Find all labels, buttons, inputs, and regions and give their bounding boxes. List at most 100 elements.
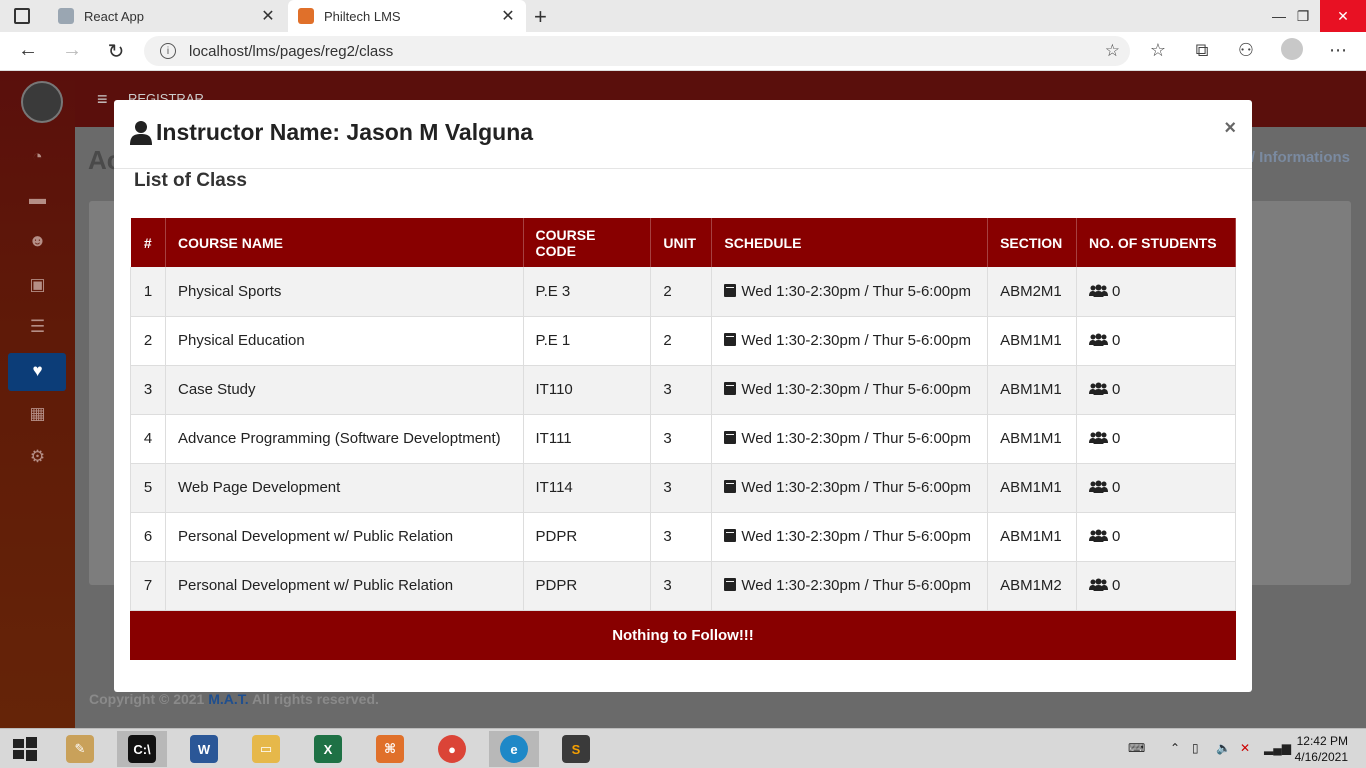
cell-unit: 3 xyxy=(650,512,713,561)
class-table: # COURSE NAME COURSE CODE UNIT SCHEDULE … xyxy=(130,218,1236,611)
keyboard-icon[interactable]: ⌨ xyxy=(1128,741,1145,755)
cell-student-count: 0 xyxy=(1076,463,1236,512)
breadcrumb[interactable]: / Informations xyxy=(1251,149,1350,166)
excel-app-icon[interactable]: X xyxy=(303,731,353,767)
schedule-text: Wed 1:30-2:30pm / Thur 5-6:00pm xyxy=(741,282,971,300)
cell-row-number: 2 xyxy=(130,316,166,365)
student-count-text: 0 xyxy=(1112,479,1121,496)
windows-taskbar: ✎ C:\ W ▭ X ⌘ ● e S ⌨ ⌃ ▯ 🔈 ✕ ▂▄▆ 12:42 … xyxy=(0,728,1366,768)
row-number-text: 4 xyxy=(143,430,153,447)
student-count-text: 0 xyxy=(1112,430,1121,447)
favorites-icon[interactable]: ☆ xyxy=(1146,40,1170,61)
row-number-text: 1 xyxy=(143,282,153,300)
collections-icon[interactable]: ⧉ xyxy=(1190,40,1214,61)
unit-text: 2 xyxy=(663,332,672,349)
cell-row-number: 3 xyxy=(130,365,166,414)
xampp-app-icon[interactable]: ⌘ xyxy=(365,731,415,767)
cell-row-number: 1 xyxy=(130,267,166,316)
extensions-icon[interactable]: ⚇ xyxy=(1234,40,1258,61)
url-text: localhost/lms/pages/reg2/class xyxy=(189,42,394,60)
tab-actions-icon[interactable] xyxy=(14,8,30,24)
new-tab-icon[interactable]: + xyxy=(534,4,547,30)
forward-icon[interactable]: → xyxy=(58,39,86,62)
copyright-brand-link[interactable]: M.A.T. xyxy=(208,691,248,707)
cell-section: ABM1M1 xyxy=(987,316,1078,365)
section-text: ABM1M1 xyxy=(1000,479,1062,496)
dashboard-icon[interactable]: ◔ xyxy=(0,147,75,167)
modal-close-button[interactable]: × xyxy=(1224,117,1236,140)
signal-icon[interactable]: ▂▄▆ xyxy=(1264,741,1291,755)
edge-app-icon[interactable]: e xyxy=(489,731,539,767)
course-name-text: Web Page Development xyxy=(177,479,341,496)
more-menu-icon[interactable]: ⋯ xyxy=(1326,40,1350,61)
close-tab-icon[interactable]: ✕ xyxy=(498,6,518,26)
cell-course-code: IT110 xyxy=(522,365,652,414)
unit-text: 3 xyxy=(663,479,672,496)
cell-schedule: Wed 1:30-2:30pm / Thur 5-6:00pm xyxy=(711,316,989,365)
calendar-icon xyxy=(724,283,737,297)
cell-unit: 2 xyxy=(650,267,713,316)
course-code-text: PDPR xyxy=(535,528,578,545)
close-tab-icon[interactable]: ✕ xyxy=(258,6,278,26)
window-close-icon[interactable]: ✕ xyxy=(1320,0,1366,32)
users-icon xyxy=(1089,480,1109,493)
course-name-text: Advance Programming (Software Developtme… xyxy=(177,430,501,447)
column-header-students: NO. OF STUDENTS xyxy=(1076,218,1236,267)
schedule-text: Wed 1:30-2:30pm / Thur 5-6:00pm xyxy=(741,528,971,545)
settings-icon[interactable]: ⚙ xyxy=(0,447,75,467)
image-icon[interactable]: ▣ xyxy=(0,275,75,295)
cell-student-count: 0 xyxy=(1076,267,1236,316)
cell-course-code: P.E 3 xyxy=(522,267,652,316)
back-icon[interactable]: ← xyxy=(14,39,42,62)
sublime-app-icon[interactable]: S xyxy=(551,731,601,767)
users-icon xyxy=(1089,382,1109,395)
calendar-icon[interactable]: ▦ xyxy=(0,404,75,424)
clock-time: 12:42 PM xyxy=(1296,734,1348,748)
course-code-text: IT111 xyxy=(535,430,572,447)
column-header-course-name: COURSE NAME xyxy=(165,218,524,267)
word-app-icon[interactable]: W xyxy=(179,731,229,767)
hamburger-menu-icon[interactable]: ≡ xyxy=(97,89,108,110)
unit-text: 3 xyxy=(663,577,672,594)
student-count-text: 0 xyxy=(1112,332,1121,349)
file-explorer-icon[interactable]: ▭ xyxy=(241,731,291,767)
avatar[interactable] xyxy=(21,81,63,123)
cell-row-number: 5 xyxy=(130,463,166,512)
system-clock[interactable]: 12:42 PM 4/16/2021 xyxy=(1295,733,1348,765)
student-count-text: 0 xyxy=(1112,282,1121,300)
list-icon[interactable]: ☰ xyxy=(0,317,75,337)
profile-icon[interactable] xyxy=(1280,38,1304,65)
refresh-icon[interactable]: ↻ xyxy=(102,39,130,64)
chrome-app-icon[interactable]: ● xyxy=(427,731,477,767)
users-icon[interactable]: ☻ xyxy=(0,231,75,251)
cell-section: ABM1M2 xyxy=(987,561,1078,610)
course-name-text: Personal Development w/ Public Relation xyxy=(177,528,454,545)
tab-philtech-lms[interactable]: Philtech LMS ✕ xyxy=(288,0,526,32)
unit-text: 3 xyxy=(663,430,672,447)
volume-icon[interactable]: 🔈 xyxy=(1216,741,1231,755)
tray-expand-icon[interactable]: ⌃ xyxy=(1170,741,1180,755)
users-icon xyxy=(1089,431,1109,444)
student-count-text: 0 xyxy=(1112,528,1121,545)
add-favorite-icon[interactable]: ☆ xyxy=(1105,41,1120,61)
heart-icon[interactable]: ♥ xyxy=(0,361,75,381)
section-text: ABM1M1 xyxy=(1000,381,1062,398)
user-icon xyxy=(130,121,152,145)
cmd-app-icon[interactable]: C:\ xyxy=(117,731,167,767)
browser-tab-bar: React App ✕ Philtech LMS ✕ + — ❐ ✕ xyxy=(0,0,1366,32)
tab-label: Philtech LMS xyxy=(324,8,401,24)
network-error-icon[interactable]: ✕ xyxy=(1240,741,1250,755)
site-info-icon[interactable]: i xyxy=(160,43,176,59)
table-row: 7 Personal Development w/ Public Relation… xyxy=(130,561,1236,610)
instructor-class-modal: Instructor Name: Jason M Valguna × List … xyxy=(114,100,1252,692)
folder-icon[interactable]: ▬ xyxy=(0,189,75,209)
paint-app-icon[interactable]: ✎ xyxy=(55,731,105,767)
cell-course-code: PDPR xyxy=(522,512,652,561)
tab-react-app[interactable]: React App ✕ xyxy=(48,0,286,32)
battery-icon[interactable]: ▯ xyxy=(1192,741,1199,755)
cell-row-number: 6 xyxy=(130,512,166,561)
start-button[interactable] xyxy=(0,731,50,767)
column-header-unit: UNIT xyxy=(650,218,713,267)
cell-course-name: Personal Development w/ Public Relation xyxy=(164,561,524,610)
address-bar[interactable]: i localhost/lms/pages/reg2/class ☆ xyxy=(144,36,1130,66)
